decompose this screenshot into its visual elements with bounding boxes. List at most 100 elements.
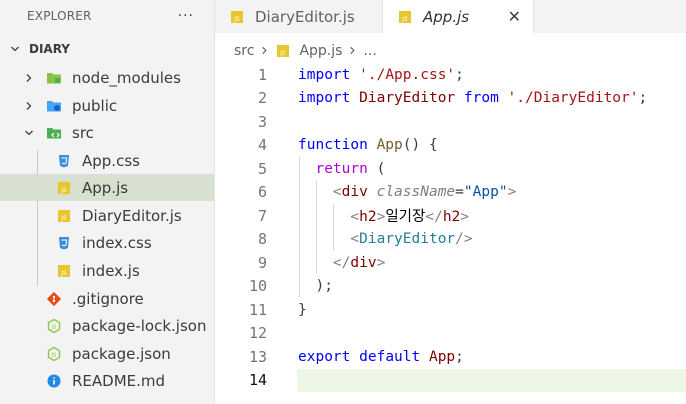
tab-diaryeditor-js[interactable]: JS DiaryEditor.js [215,0,383,33]
tree-item-package-json[interactable]: JS package.json [0,340,214,367]
js-file-icon: JS [397,9,413,25]
chevron-right-icon [260,44,269,58]
line-number: 7 [257,206,267,225]
code-text: } [298,301,307,318]
js-file-icon: JS [275,43,291,59]
line-number: 11 [248,300,267,319]
code-text: export default App; [298,348,464,365]
svg-text:JS: JS [280,50,287,57]
js-file-icon: JS [56,208,72,224]
tree-item-readme-md[interactable]: README.md [0,367,214,394]
chevron-right-icon [22,71,36,85]
code-line[interactable]: 12 [215,322,686,345]
code-line[interactable]: 5 return ( [215,157,686,180]
chevron-down-icon [22,126,36,140]
code-editor[interactable]: 1 import './App.css'; 2 import DiaryEditor … [215,63,686,404]
code-line[interactable]: 6 <div className="App"> [215,181,686,204]
line-number: 4 [257,136,267,154]
tree-item-src[interactable]: src [0,119,214,146]
line-number: 3 [257,112,267,131]
code-line[interactable]: 11} [215,298,686,321]
breadcrumb-folder[interactable]: src [234,43,254,59]
tab-app-js[interactable]: JS App.js ✕ [383,0,534,33]
code-line[interactable]: 13 export default App; [215,345,686,368]
tree-item-index-js[interactable]: JS index.js [0,257,214,284]
tree-item-label: package.json [72,344,171,363]
svg-text:JS: JS [233,16,240,23]
tree-item-label: App.js [82,178,129,197]
more-actions-icon[interactable]: ··· [178,8,194,24]
tab-label: App.js [423,7,470,26]
tree-item-gitignore[interactable]: .gitignore [0,285,214,312]
line-number: 12 [248,324,267,342]
chevron-right-icon [22,99,36,113]
code-text: import './App.css'; [298,66,464,83]
line-number: 13 [248,347,267,366]
workspace-folder-diary[interactable]: DIARY [0,38,214,60]
tree-item-label: node_modules [72,68,181,87]
breadcrumb-file[interactable]: App.js [299,43,342,59]
git-icon [46,291,62,307]
folder-node-icon [46,70,62,86]
tree-item-app-js[interactable]: JS App.js [0,174,214,201]
folder-public-icon [46,98,62,114]
workspace-folder-label: DIARY [29,42,70,56]
code-text: <DiaryEditor/> [350,231,473,247]
tree-item-label: README.md [72,371,166,390]
svg-text:JS: JS [60,215,67,222]
code-line[interactable]: 1 import './App.css'; [215,63,686,86]
tree-item-public[interactable]: public [0,92,214,119]
chevron-down-icon [8,42,22,56]
css-file-icon [56,235,72,251]
svg-text:JS: JS [60,187,67,194]
code-line[interactable]: 2 import DiaryEditor from './DiaryEditor'… [215,87,686,110]
code-line[interactable]: 10 ); [215,275,686,298]
code-text: ); [298,278,333,294]
breadcrumb-symbol[interactable]: ... [363,43,376,59]
line-number: 6 [257,183,267,201]
tree-item-app-css[interactable]: App.css [0,147,214,174]
css-file-icon [56,153,72,169]
nodejs-file-icon: JS [46,346,62,362]
explorer-title: EXPLORER [27,9,92,23]
editor-tab-bar: JS DiaryEditor.js JS App.js ✕ [215,0,686,33]
tab-label: DiaryEditor.js [255,7,355,26]
nodejs-file-icon: JS [46,318,62,334]
code-line[interactable]: 14 [249,368,686,392]
tree-item-label: .gitignore [72,289,144,308]
tree-item-label: src [72,123,94,142]
code-text: </div> [332,254,386,271]
code-text: <h2>일기장</h2> [350,209,470,225]
svg-text:JS: JS [51,352,57,358]
line-number: 2 [257,89,267,107]
js-file-icon: JS [56,180,72,196]
line-number: 14 [248,371,267,389]
line-number: 9 [257,253,267,272]
tree-item-index-css[interactable]: index.css [0,229,214,256]
tree-item-label: App.css [82,151,140,170]
close-icon[interactable]: ✕ [508,7,521,26]
svg-text:JS: JS [401,16,408,23]
line-number: 5 [257,159,267,178]
tree-item-diaryeditor-js[interactable]: JS DiaryEditor.js [0,202,214,229]
tree-item-label: public [72,96,118,115]
explorer-header: EXPLORER ··· [0,0,214,32]
breadcrumb: src JS App.js ... [234,40,377,62]
line-number: 8 [257,230,267,248]
chevron-right-icon [348,44,357,58]
code-text: import DiaryEditor from './DiaryEditor'; [298,90,648,106]
code-line[interactable]: 4 function App() { [215,134,686,157]
code-line[interactable]: 3 [215,110,686,133]
code-text: return ( [315,160,386,177]
folder-src-icon [46,125,62,141]
line-number: 1 [257,65,267,84]
code-line[interactable]: 7 <h2>일기장</h2> [215,204,686,227]
svg-text:JS: JS [60,270,67,277]
code-line[interactable]: 8 <DiaryEditor/> [215,228,686,251]
code-line[interactable]: 9 </div> [215,251,686,274]
tree-item-label: index.css [82,233,152,252]
code-text: <div className="App"> [332,184,517,200]
tree-item-package-lock-json[interactable]: JS package-lock.json [0,312,214,339]
tree-item-node-modules[interactable]: node_modules [0,64,214,91]
line-number: 10 [248,277,267,295]
